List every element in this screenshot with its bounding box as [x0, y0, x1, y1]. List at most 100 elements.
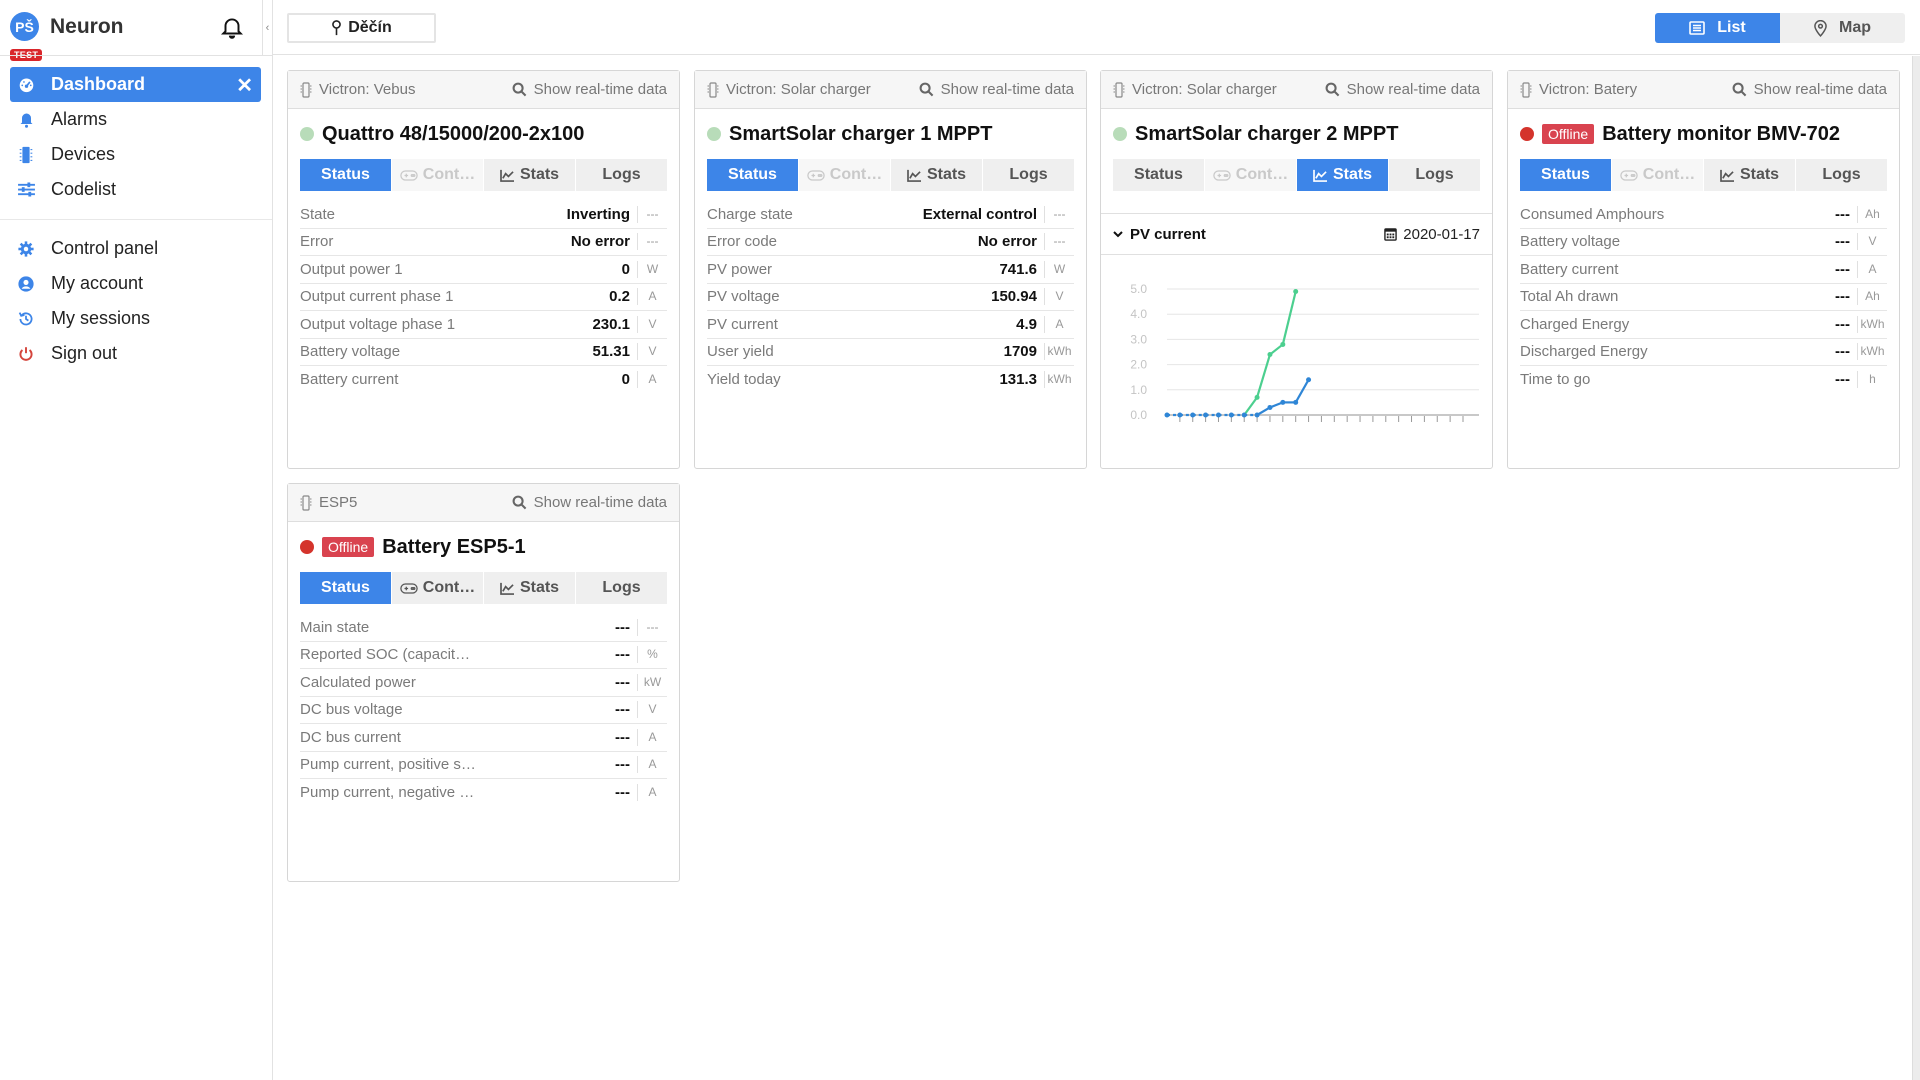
row-label: Pump current, negative … — [300, 784, 475, 802]
device-tabs: Status Cont… Stats Logs — [1520, 159, 1887, 191]
sidebar-item-sign-out[interactable]: Sign out — [10, 336, 261, 371]
tab-logs[interactable]: Logs — [576, 572, 667, 604]
map-view-button[interactable]: Map — [1780, 13, 1905, 43]
y-tick-label: 2.0 — [1130, 358, 1147, 372]
row-value: 51.31 — [592, 343, 630, 361]
tab-label: Cont… — [829, 166, 883, 183]
scrollbar[interactable] — [1912, 56, 1920, 1080]
sidebar: PŠ Neuron TEST Dashboard ✕ Alarms Device… — [0, 0, 272, 1080]
row-value: External control — [922, 205, 1037, 223]
collapse-sidebar-button[interactable]: ‹ — [262, 0, 273, 55]
device-tabs: Status Cont… Stats Logs — [300, 159, 667, 191]
sidebar-item-my-sessions[interactable]: My sessions — [10, 301, 261, 336]
tab-logs[interactable]: Logs — [983, 159, 1074, 191]
show-realtime-label: Show real-time data — [1346, 81, 1480, 98]
row-value: --- — [1835, 343, 1850, 361]
bell-icon — [220, 18, 244, 39]
show-realtime-link[interactable]: Show real-time data — [1325, 81, 1480, 98]
show-realtime-label: Show real-time data — [533, 494, 667, 511]
device-name[interactable]: Battery ESP5-1 — [382, 536, 525, 559]
row-label: Error code — [707, 233, 778, 251]
tab-control[interactable]: Cont… — [392, 572, 483, 604]
show-realtime-link[interactable]: Show real-time data — [512, 81, 667, 98]
sidebar-item-label: My account — [51, 273, 144, 293]
data-row: Charge state External control --- — [707, 201, 1074, 229]
tab-logs[interactable]: Logs — [1389, 159, 1480, 191]
device-name[interactable]: SmartSolar charger 2 MPPT — [1135, 123, 1398, 146]
avatar[interactable]: PŠ — [10, 12, 39, 41]
tab-status[interactable]: Status — [1520, 159, 1611, 191]
date-picker[interactable]: 2020-01-17 — [1384, 226, 1480, 243]
row-label: Battery voltage — [300, 343, 401, 361]
row-unit: --- — [637, 618, 667, 636]
sidebar-item-codelist[interactable]: Codelist — [10, 172, 261, 207]
data-row: Reported SOC (capacit… ---% — [300, 642, 667, 669]
device-card-3: Victron: Solar charger Show real-time da… — [1100, 70, 1493, 469]
row-unit: A — [637, 784, 667, 802]
location-selector[interactable]: Děčín — [287, 13, 436, 43]
tab-stats[interactable]: Stats — [891, 159, 982, 191]
row-label: Reported SOC (capacit… — [300, 646, 471, 664]
view-toggle: List Map — [1655, 13, 1905, 43]
row-label: Consumed Amphours — [1520, 205, 1665, 223]
row-value: 4.9 — [1016, 315, 1037, 333]
tab-logs[interactable]: Logs — [1796, 159, 1887, 191]
tab-stats[interactable]: Stats — [1297, 159, 1388, 191]
tab-status[interactable]: Status — [300, 159, 391, 191]
sidebar-item-dashboard[interactable]: Dashboard ✕ — [10, 67, 261, 102]
tab-stats[interactable]: Stats — [484, 159, 575, 191]
sidebar-item-devices[interactable]: Devices — [10, 137, 261, 172]
tab-logs[interactable]: Logs — [576, 159, 667, 191]
tab-control: Cont… — [799, 159, 890, 191]
metric-toggle[interactable]: PV current — [1113, 226, 1206, 243]
tab-label: Logs — [602, 579, 641, 596]
show-realtime-link[interactable]: Show real-time data — [1732, 81, 1887, 98]
tab-status[interactable]: Status — [1113, 159, 1204, 191]
data-row: Error code No error --- — [707, 229, 1074, 256]
row-unit: A — [637, 756, 667, 774]
device-tabs: Status Cont… Stats Logs — [1113, 159, 1480, 191]
data-row: Yield today 131.3 kWh — [707, 366, 1074, 394]
tab-stats[interactable]: Stats — [1704, 159, 1795, 191]
tab-status[interactable]: Status — [707, 159, 798, 191]
tab-status[interactable]: Status — [300, 572, 391, 604]
row-value: 741.6 — [999, 260, 1037, 278]
row-label: Time to go — [1520, 371, 1591, 389]
notifications-button[interactable] — [219, 14, 245, 40]
series-blue-point[interactable] — [1306, 377, 1312, 383]
row-value: 150.94 — [991, 288, 1037, 306]
search-icon — [919, 82, 933, 97]
device-name[interactable]: Quattro 48/15000/200-2x100 — [322, 123, 584, 146]
divider — [0, 55, 272, 56]
data-row: Consumed Amphours --- Ah — [1520, 201, 1887, 229]
row-unit: kWh — [1044, 343, 1074, 361]
row-unit: A — [1044, 315, 1074, 333]
device-name[interactable]: SmartSolar charger 1 MPPT — [729, 123, 992, 146]
sidebar-item-my-account[interactable]: My account — [10, 266, 261, 301]
status-dot — [300, 127, 314, 141]
stats-header: PV current 2020-01-17 — [1101, 213, 1492, 255]
show-realtime-label: Show real-time data — [1753, 81, 1887, 98]
tab-stats[interactable]: Stats — [484, 572, 575, 604]
row-value: --- — [615, 756, 630, 774]
row-unit: V — [637, 343, 667, 361]
sidebar-item-label: Codelist — [51, 179, 117, 199]
device-tabs: Status Cont… Stats Logs — [707, 159, 1074, 191]
tab-label: Stats — [1739, 166, 1780, 183]
user-circle-icon — [17, 275, 35, 293]
list-view-button[interactable]: List — [1655, 13, 1780, 43]
line-chart-icon — [500, 169, 514, 182]
brand-name: Neuron — [50, 14, 124, 38]
show-realtime-label: Show real-time data — [940, 81, 1074, 98]
show-realtime-link[interactable]: Show real-time data — [919, 81, 1074, 98]
sidebar-item-alarms[interactable]: Alarms — [10, 102, 261, 137]
sidebar-item-control-panel[interactable]: Control panel — [10, 231, 261, 266]
card-header: Victron: Vebus Show real-time data — [288, 71, 679, 109]
map-pin-icon — [332, 20, 342, 36]
show-realtime-link[interactable]: Show real-time data — [512, 494, 667, 511]
series-green-point[interactable] — [1293, 289, 1299, 295]
card-header: Victron: Solar charger Show real-time da… — [1101, 71, 1492, 109]
data-rows: State Inverting --- Error No error --- Output … — [300, 201, 667, 394]
close-icon[interactable]: ✕ — [236, 73, 253, 98]
device-name[interactable]: Battery monitor BMV-702 — [1602, 123, 1840, 146]
